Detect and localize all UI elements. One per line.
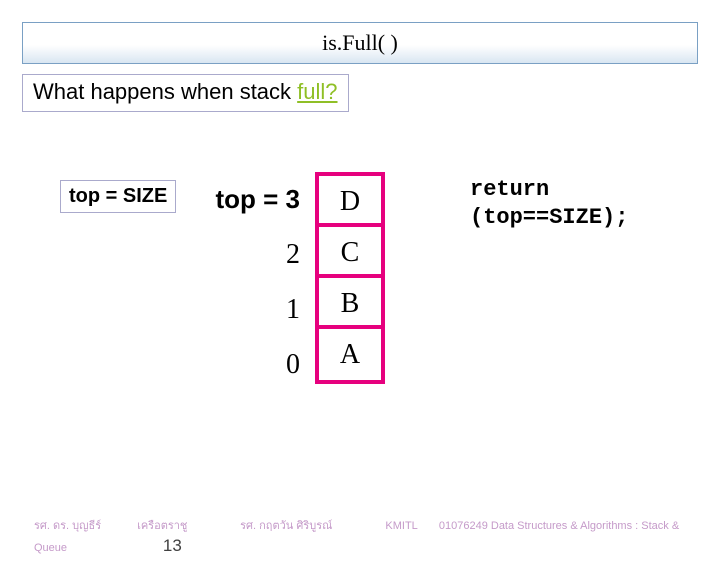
index-top-row: top = 3 [200,172,300,227]
index-1: 1 [200,282,300,337]
stack-cell-1: B [319,278,381,329]
question-box: What happens when stack full? [22,74,349,112]
slide-footer: รศ. ดร. บุญธีร์ เครือตราชู รศ. กฤตวัน ศิ… [0,516,720,556]
footer-inst: KMITL [385,520,417,532]
question-highlight: full? [297,79,337,104]
stack-indices: top = 3 2 1 0 [200,172,300,392]
slide-title-bar: is.Full( ) [22,22,698,64]
top-equals-size-label: top = SIZE [60,180,176,213]
slide-title: is.Full( ) [322,30,398,56]
stack-cell-3: D [319,176,381,227]
content-area: top = SIZE top = 3 2 1 0 D C B A return … [0,172,720,492]
stack-visual: D C B A [315,172,385,384]
footer-queue: Queue [34,542,104,554]
return-expression: return (top==SIZE); [470,176,628,231]
index-2: 2 [200,227,300,282]
return-line2: (top==SIZE); [470,204,628,232]
footer-page: 13 [163,536,182,556]
footer-author2: รศ. กฤตวัน ศิริบูรณ์ [240,516,332,534]
stack-cell-0: A [319,329,381,380]
index-0: 0 [200,337,300,392]
footer-author1: รศ. ดร. บุญธีร์ [34,516,104,534]
return-line1: return [470,176,628,204]
question-prefix: What happens when stack [33,79,297,104]
footer-author1b: เครือตราชู [137,516,207,534]
stack-cell-2: C [319,227,381,278]
footer-course: 01076249 Data Structures & Algorithms : … [439,520,679,532]
